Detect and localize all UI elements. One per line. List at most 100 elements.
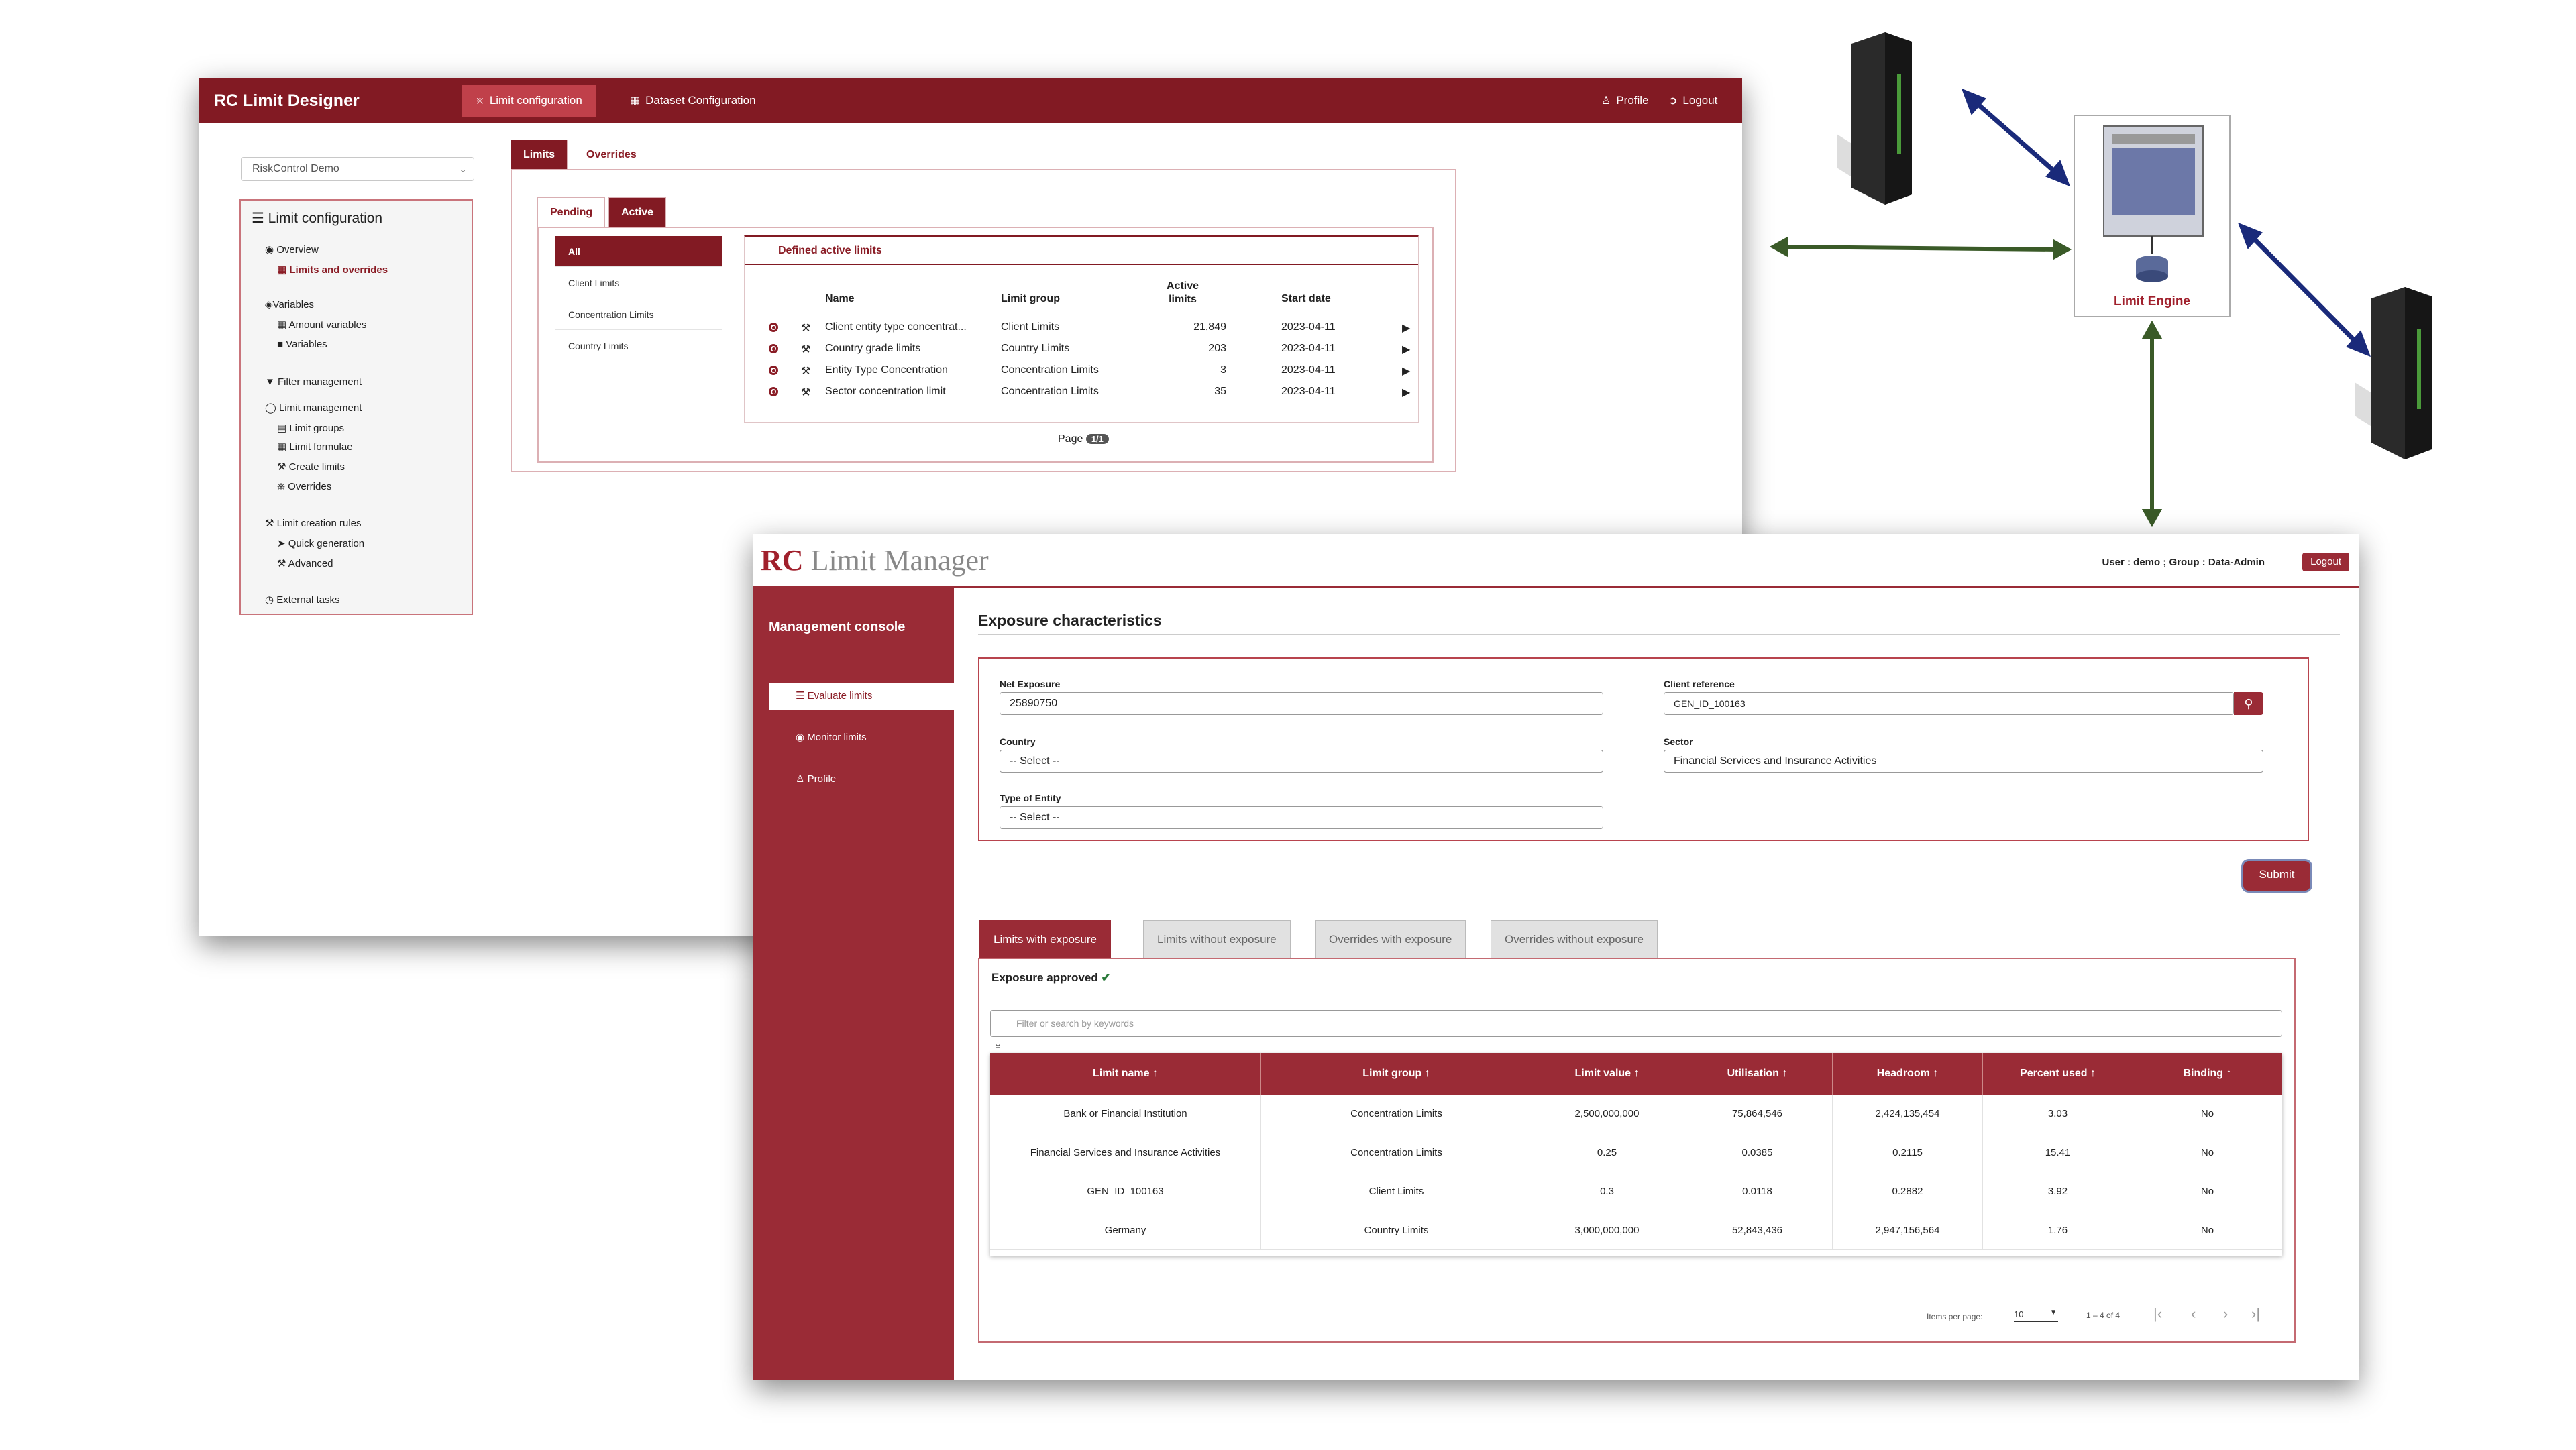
- tab-limits-without-exposure[interactable]: Limits without exposure: [1143, 920, 1291, 958]
- chevron-down-icon: ⌄: [459, 164, 467, 174]
- server-icon: [1837, 32, 1912, 205]
- list-icon: ☰: [796, 690, 808, 702]
- type-of-entity-select[interactable]: -- Select --: [1000, 806, 1603, 829]
- grid-column-header[interactable]: Binding ↑: [2133, 1053, 2282, 1095]
- last-page-icon[interactable]: ›|: [2251, 1305, 2260, 1323]
- grid-column-header[interactable]: Limit value ↑: [1532, 1053, 1682, 1095]
- logout-button[interactable]: Logout: [2302, 553, 2349, 571]
- tab-limits[interactable]: Limits: [511, 140, 568, 169]
- nav-dataset-configuration[interactable]: ▦ Dataset Configuration: [616, 85, 769, 117]
- tree-external-tasks-label: External tasks: [276, 594, 340, 606]
- row-active-limits: 3: [1220, 364, 1226, 376]
- tree-limit-groups[interactable]: ▤ Limit groups: [277, 422, 344, 434]
- row-radio[interactable]: [769, 366, 778, 375]
- tree-variables-group[interactable]: ◈Variables: [265, 298, 314, 311]
- grid-cell: Financial Services and Insurance Activit…: [990, 1133, 1261, 1172]
- tree-filter-management[interactable]: ▼ Filter management: [265, 376, 362, 388]
- previous-page-icon[interactable]: ‹: [2191, 1305, 2196, 1323]
- net-exposure-input[interactable]: 25890750: [1000, 692, 1603, 715]
- tab-overrides-with-exposure[interactable]: Overrides with exposure: [1315, 920, 1466, 958]
- gavel-icon[interactable]: ⚒: [801, 343, 810, 356]
- grid-cell: 0.3: [1532, 1172, 1682, 1211]
- nav-profile[interactable]: ♙ Profile: [1588, 85, 1662, 117]
- caret-right-icon[interactable]: ▶: [1402, 343, 1410, 356]
- tree-overrides-label: Overrides: [288, 481, 332, 492]
- logout-icon: ➲: [1668, 95, 1678, 107]
- grid-column-header[interactable]: Percent used ↑: [1983, 1053, 2133, 1095]
- country-select[interactable]: -- Select --: [1000, 750, 1603, 773]
- tree-variables[interactable]: ■ Variables: [277, 339, 327, 350]
- grid-cell: 2,947,156,564: [1833, 1211, 1983, 1250]
- sidebar-item-profile[interactable]: ♙ Profile: [769, 766, 954, 793]
- download-icon[interactable]: ⤓: [996, 1038, 1000, 1050]
- tab-limits-with-exposure[interactable]: Limits with exposure: [979, 920, 1112, 958]
- tab-overrides[interactable]: Overrides: [574, 140, 649, 169]
- filter-all[interactable]: All: [555, 236, 722, 267]
- tree-overview[interactable]: ◉ Overview: [265, 243, 319, 256]
- grid-cell: Bank or Financial Institution: [990, 1095, 1261, 1133]
- caret-right-icon[interactable]: ▶: [1402, 386, 1410, 399]
- caret-right-icon[interactable]: ▶: [1402, 321, 1410, 335]
- tree-overrides[interactable]: ⎈ Overrides: [277, 481, 331, 492]
- page-badge[interactable]: 1/1: [1085, 434, 1109, 444]
- net-exposure-label: Net Exposure: [1000, 679, 1061, 689]
- grid-cell: 0.25: [1532, 1133, 1682, 1172]
- tab-active[interactable]: Active: [608, 197, 667, 227]
- sidebar-item-label: Evaluate limits: [807, 690, 873, 702]
- designer-top-bar: RC Limit Designer ⎈ Limit configuration ▦…: [199, 78, 1742, 123]
- tab-overrides-without-exposure[interactable]: Overrides without exposure: [1491, 920, 1658, 958]
- filter-client-limits[interactable]: Client Limits: [555, 268, 722, 298]
- gavel-icon[interactable]: ⚒: [801, 386, 810, 399]
- nav-logout[interactable]: ➲ Logout: [1655, 85, 1731, 117]
- tree-advanced[interactable]: ⚒ Advanced: [277, 557, 333, 569]
- filter-country-limits[interactable]: Country Limits: [555, 331, 722, 361]
- sector-select[interactable]: Financial Services and Insurance Activit…: [1664, 750, 2263, 773]
- row-radio[interactable]: [769, 323, 778, 332]
- grid-cell: Country Limits: [1261, 1211, 1532, 1250]
- grid-cell: 0.0385: [1682, 1133, 1833, 1172]
- chevron-down-icon: ▼: [2050, 1309, 2057, 1317]
- tree-limit-management-label: Limit management: [278, 402, 362, 414]
- grid-cell: 3.03: [1983, 1095, 2133, 1133]
- first-page-icon[interactable]: |‹: [2153, 1305, 2162, 1323]
- row-limit-group: Client Limits: [1001, 321, 1060, 333]
- panel-title: ☰ Limit configuration: [252, 210, 382, 227]
- client-reference-input[interactable]: GEN_ID_100163: [1664, 692, 2234, 715]
- grid-column-header[interactable]: Limit name ↑: [990, 1053, 1261, 1095]
- tree-external-tasks[interactable]: ◷ External tasks: [265, 594, 339, 606]
- sidebar-item-evaluate-limits[interactable]: ☰ Evaluate limits: [769, 683, 954, 710]
- tree-limits-and-overrides[interactable]: ▦ Limits and overrides: [277, 264, 388, 276]
- grid-cell: No: [2133, 1172, 2282, 1211]
- items-per-page-select[interactable]: 10 ▼: [2014, 1309, 2058, 1322]
- tab-pending[interactable]: Pending: [537, 197, 606, 227]
- environment-select[interactable]: RiskControl Demo ⌄: [241, 157, 474, 181]
- section-divider: [978, 634, 2340, 635]
- tree-variables-label: Variables: [286, 339, 327, 350]
- filter-concentration-limits[interactable]: Concentration Limits: [555, 299, 722, 330]
- tree-limit-formulae[interactable]: ▦ Limit formulae: [277, 441, 353, 453]
- tree-limit-creation-rules[interactable]: ⚒ Limit creation rules: [265, 517, 362, 529]
- table-icon: ▤: [277, 423, 290, 434]
- tree-limit-management[interactable]: ◯ Limit management: [265, 402, 362, 414]
- tree-create-limits[interactable]: ⚒ Create limits: [277, 461, 345, 473]
- caret-right-icon[interactable]: ▶: [1402, 364, 1410, 378]
- row-radio[interactable]: [769, 387, 778, 396]
- grid-column-header[interactable]: Utilisation ↑: [1682, 1053, 1833, 1095]
- nav-limit-configuration[interactable]: ⎈ Limit configuration: [462, 85, 596, 117]
- sidebar-item-monitor-limits[interactable]: ◉ Monitor limits: [769, 724, 954, 751]
- filter-input[interactable]: Filter or search by keywords: [990, 1010, 2282, 1037]
- row-radio[interactable]: [769, 344, 778, 353]
- exposure-approved: Exposure approved ✔: [991, 971, 1111, 985]
- gavel-icon[interactable]: ⚒: [801, 321, 810, 335]
- submit-button[interactable]: Submit: [2243, 861, 2310, 891]
- gavel-icon[interactable]: ⚒: [801, 364, 810, 378]
- grid-column-header[interactable]: Headroom ↑: [1833, 1053, 1983, 1095]
- search-icon[interactable]: ⚲: [2234, 692, 2263, 715]
- tree-amount-variables[interactable]: ▦ Amount variables: [277, 319, 366, 331]
- tree-quick-generation[interactable]: ➤ Quick generation: [277, 537, 364, 549]
- limit-engine-label: Limit Engine: [2114, 294, 2190, 309]
- manager-brand: RC Limit Manager: [761, 543, 989, 577]
- exposure-form: Net Exposure 25890750 Client reference G…: [978, 657, 2309, 841]
- next-page-icon[interactable]: ›: [2223, 1305, 2228, 1323]
- grid-column-header[interactable]: Limit group ↑: [1261, 1053, 1532, 1095]
